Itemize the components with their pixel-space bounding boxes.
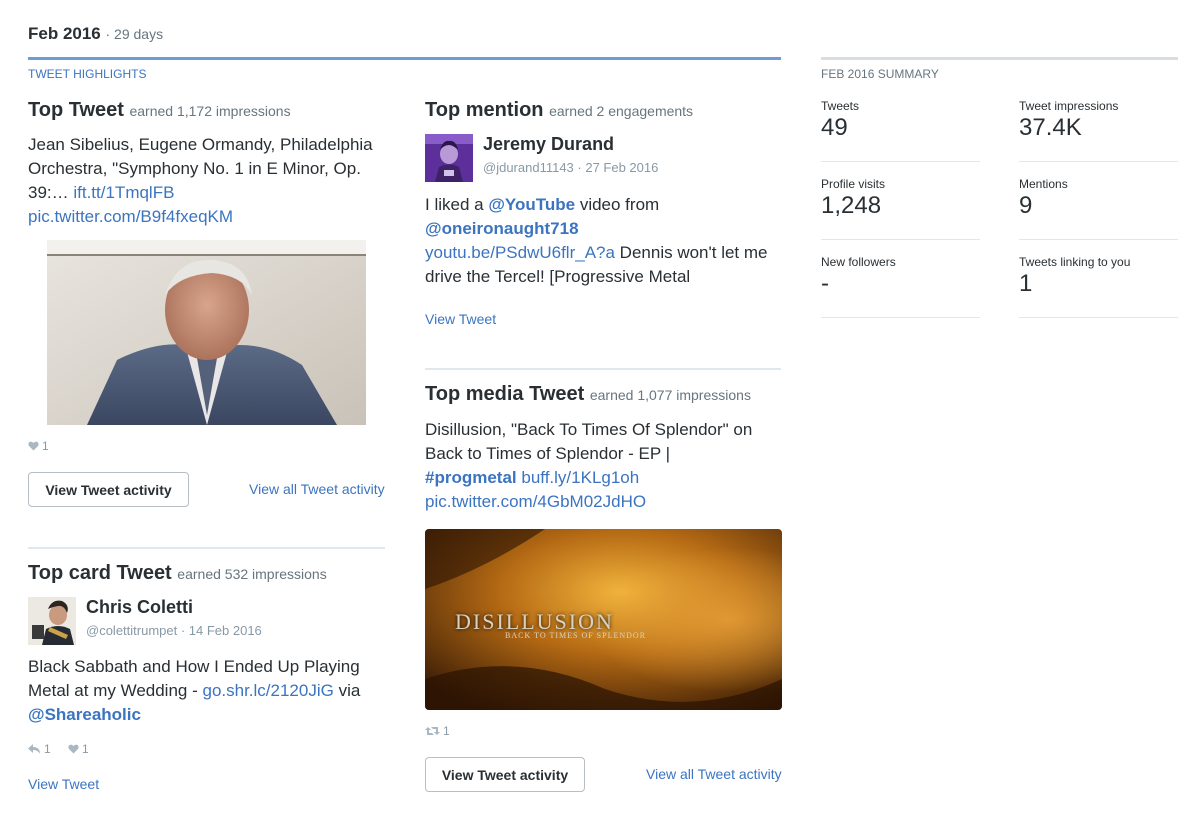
heart-icon (28, 441, 39, 451)
mention-body-1: I liked a (425, 195, 489, 214)
portrait-photo (47, 240, 366, 425)
stat-rule (1019, 239, 1178, 240)
top-card-replies[interactable]: 1 (28, 742, 51, 756)
view-all-media-tweet-activity-link[interactable]: View all Tweet activity (646, 766, 782, 782)
view-tweet-activity-button[interactable]: View Tweet activity (28, 472, 189, 507)
reply-count: 1 (44, 742, 51, 756)
retweet-count: 1 (443, 724, 450, 738)
top-mention-handle: @jdurand11143 · 27 Feb 2016 (483, 160, 659, 175)
stat-tweets-linking-value: 1 (1019, 270, 1033, 297)
top-card-view-tweet-link[interactable]: View Tweet (28, 776, 99, 792)
top-media-image[interactable]: DISILLUSION BACK TO TIMES OF SPLENDOR (425, 529, 782, 710)
month-label: Feb 2016 (28, 24, 101, 43)
top-mention-author[interactable]: Jeremy Durand (483, 134, 614, 155)
summary-label: FEB 2016 SUMMARY (821, 67, 939, 81)
top-card-likes[interactable]: 1 (68, 742, 89, 756)
middle-divider (425, 368, 781, 370)
reply-icon (28, 744, 40, 754)
top-tweet-heading: Top Tweet (28, 99, 124, 121)
stat-profile-visits-label: Profile visits (821, 177, 886, 191)
tweet-highlights-label: TWEET HIGHLIGHTS (28, 67, 147, 81)
chris-coletti-avatar[interactable] (28, 597, 76, 645)
top-media-retweets[interactable]: 1 (425, 724, 450, 738)
top-mention-text: I liked a @YouTube video from @oneironau… (425, 193, 785, 289)
days-count: · 29 days (105, 26, 164, 42)
youtube-link[interactable]: youtu.be/PSdwU6flr_A?a (425, 243, 615, 262)
top-card-handle: @colettitrumpet · 14 Feb 2016 (86, 623, 262, 638)
top-media-earned: earned 1,077 impressions (589, 387, 751, 403)
top-tweet-link[interactable]: ift.tt/1TmqlFB (73, 183, 174, 202)
top-tweet-image[interactable] (47, 240, 366, 425)
mention-body-2: video from (575, 195, 660, 214)
album-subtitle: BACK TO TIMES OF SPLENDOR (505, 631, 647, 640)
avatar-photo (425, 134, 473, 182)
like-count: 1 (82, 742, 89, 756)
top-tweet-title: Top Tweet earned 1,172 impressions (28, 99, 291, 122)
top-mention-title: Top mention earned 2 engagements (425, 99, 693, 122)
shareaholic-mention[interactable]: @Shareaholic (28, 705, 141, 724)
top-tweet-earned: earned 1,172 impressions (129, 103, 291, 119)
heart-icon (68, 744, 79, 754)
youtube-mention[interactable]: @YouTube (488, 195, 575, 214)
top-card-via: via (333, 681, 361, 700)
progmetal-hashtag[interactable]: #progmetal (425, 468, 517, 487)
stat-tweets-value: 49 (821, 114, 848, 141)
stat-rule (1019, 317, 1178, 318)
oneironaught-mention[interactable]: @oneironaught718 (425, 219, 579, 238)
stat-tweets-linking-label: Tweets linking to you (1019, 255, 1131, 269)
top-mention-heading: Top mention (425, 99, 544, 121)
left-divider (28, 547, 385, 549)
retweet-icon (425, 727, 440, 735)
stat-impressions-value: 37.4K (1019, 114, 1082, 141)
top-media-title: Top media Tweet earned 1,077 impressions (425, 383, 751, 406)
stat-mentions-label: Mentions (1019, 177, 1068, 191)
stat-rule (1019, 161, 1178, 162)
stat-profile-visits-value: 1,248 (821, 192, 882, 219)
top-mention-earned: earned 2 engagements (549, 103, 694, 119)
top-card-text: Black Sabbath and How I Ended Up Playing… (28, 655, 398, 727)
top-card-link[interactable]: go.shr.lc/2120JiG (202, 681, 333, 700)
buffly-link[interactable]: buff.ly/1KLg1oh (521, 468, 639, 487)
stat-tweets-label: Tweets (821, 99, 860, 113)
top-media-text: Disillusion, "Back To Times Of Splendor"… (425, 418, 785, 514)
top-card-earned: earned 532 impressions (177, 566, 327, 582)
stat-rule (821, 239, 980, 240)
top-card-heading: Top card Tweet (28, 562, 172, 584)
top-tweet-like-count: 1 (42, 439, 49, 453)
stat-rule (821, 161, 980, 162)
stat-new-followers-value: - (821, 270, 829, 297)
stat-new-followers-label: New followers (821, 255, 896, 269)
stat-impressions-label: Tweet impressions (1019, 99, 1119, 113)
top-tweet-likes[interactable]: 1 (28, 439, 49, 453)
top-card-title: Top card Tweet earned 532 impressions (28, 562, 327, 585)
view-all-tweet-activity-link[interactable]: View all Tweet activity (249, 481, 385, 497)
top-tweet-pic-link[interactable]: pic.twitter.com/B9f4fxeqKM (28, 207, 233, 226)
avatar-photo (28, 597, 76, 645)
top-media-pic-link[interactable]: pic.twitter.com/4GbM02JdHO (425, 492, 646, 511)
jeremy-durand-avatar[interactable] (425, 134, 473, 182)
summary-rule (821, 57, 1178, 60)
top-tweet-text: Jean Sibelius, Eugene Ormandy, Philadelp… (28, 133, 388, 229)
media-body: Disillusion, "Back To Times Of Splendor"… (425, 420, 753, 463)
stat-rule (821, 317, 980, 318)
top-card-author[interactable]: Chris Coletti (86, 597, 193, 618)
view-media-tweet-activity-button[interactable]: View Tweet activity (425, 757, 585, 792)
top-mention-view-tweet-link[interactable]: View Tweet (425, 311, 496, 327)
page-title: Feb 2016 · 29 days (28, 24, 163, 44)
highlights-rule (28, 57, 781, 60)
top-media-heading: Top media Tweet (425, 383, 585, 405)
stat-mentions-value: 9 (1019, 192, 1033, 219)
